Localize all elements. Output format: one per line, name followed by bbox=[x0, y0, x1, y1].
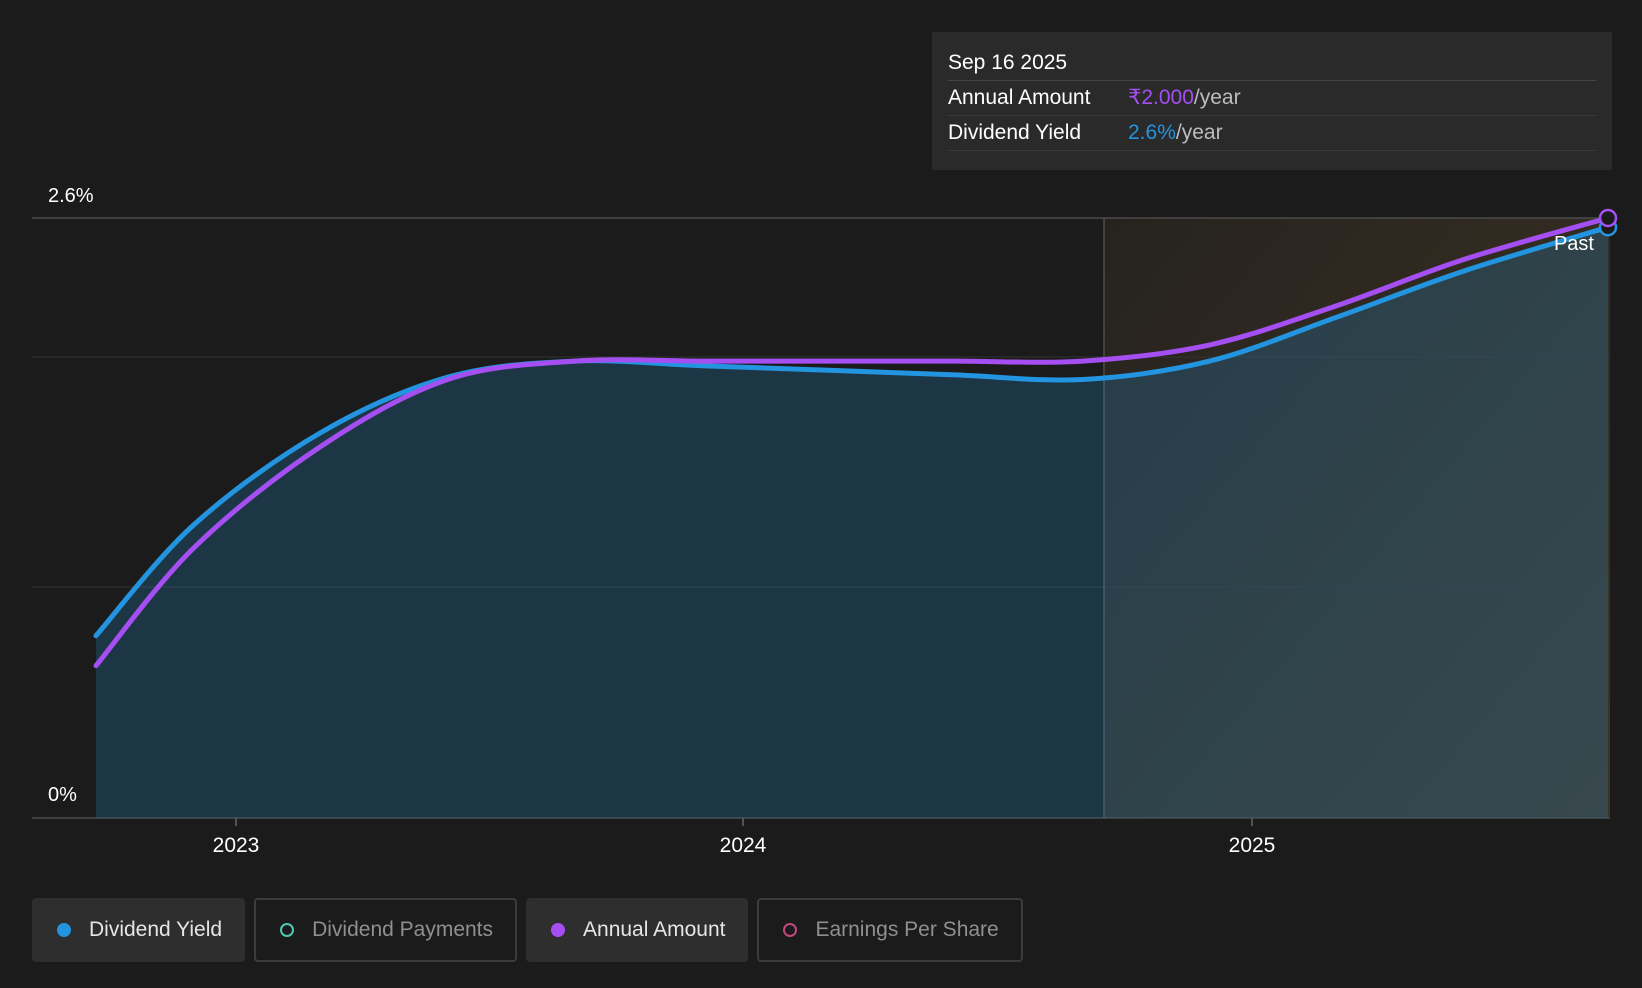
tooltip-unit: /year bbox=[1175, 121, 1223, 144]
legend: Dividend Yield Dividend Payments Annual … bbox=[32, 898, 1023, 962]
legend-toggle-annual-amount[interactable]: Annual Amount bbox=[526, 898, 749, 962]
tooltip-label: Dividend Yield bbox=[948, 121, 1082, 144]
hover-tooltip: Sep 16 2025 Annual Amount ₹2.000 /year D… bbox=[932, 32, 1612, 170]
past-label: Past bbox=[1554, 233, 1594, 255]
legend-ring-icon bbox=[783, 923, 798, 937]
legend-label: Annual Amount bbox=[583, 918, 726, 941]
tooltip-value: 2.6% bbox=[1128, 121, 1176, 144]
legend-label: Dividend Payments bbox=[312, 918, 494, 941]
x-tick-label-2024: 2024 bbox=[720, 834, 767, 857]
legend-toggle-earnings-per-share[interactable]: Earnings Per Share bbox=[757, 898, 1023, 962]
legend-ring-icon bbox=[280, 923, 295, 937]
legend-dot-icon bbox=[551, 923, 566, 937]
legend-dot-icon bbox=[57, 923, 71, 937]
tooltip-unit: /year bbox=[1193, 86, 1241, 109]
tooltip-date: Sep 16 2025 bbox=[948, 46, 1596, 81]
legend-label: Earnings Per Share bbox=[815, 918, 999, 941]
legend-label: Dividend Yield bbox=[89, 918, 223, 941]
legend-toggle-dividend-payments[interactable]: Dividend Payments bbox=[254, 898, 518, 962]
x-tick-label-2023: 2023 bbox=[213, 834, 260, 857]
x-tick-label-2025: 2025 bbox=[1229, 834, 1276, 857]
tooltip-label: Annual Amount bbox=[948, 86, 1091, 109]
tooltip-row-annual-amount: Annual Amount ₹2.000 /year bbox=[948, 81, 1596, 116]
y-tick-label-top: 2.6% bbox=[48, 185, 94, 207]
tooltip-value: ₹2.000 bbox=[1128, 86, 1194, 109]
annual-amount-end-marker bbox=[1598, 208, 1618, 228]
tooltip-row-dividend-yield: Dividend Yield 2.6% /year bbox=[948, 116, 1596, 151]
legend-toggle-dividend-yield[interactable]: Dividend Yield bbox=[32, 898, 246, 962]
y-tick-label-bottom: 0% bbox=[48, 784, 77, 806]
dividend-yield-area bbox=[96, 227, 1608, 818]
